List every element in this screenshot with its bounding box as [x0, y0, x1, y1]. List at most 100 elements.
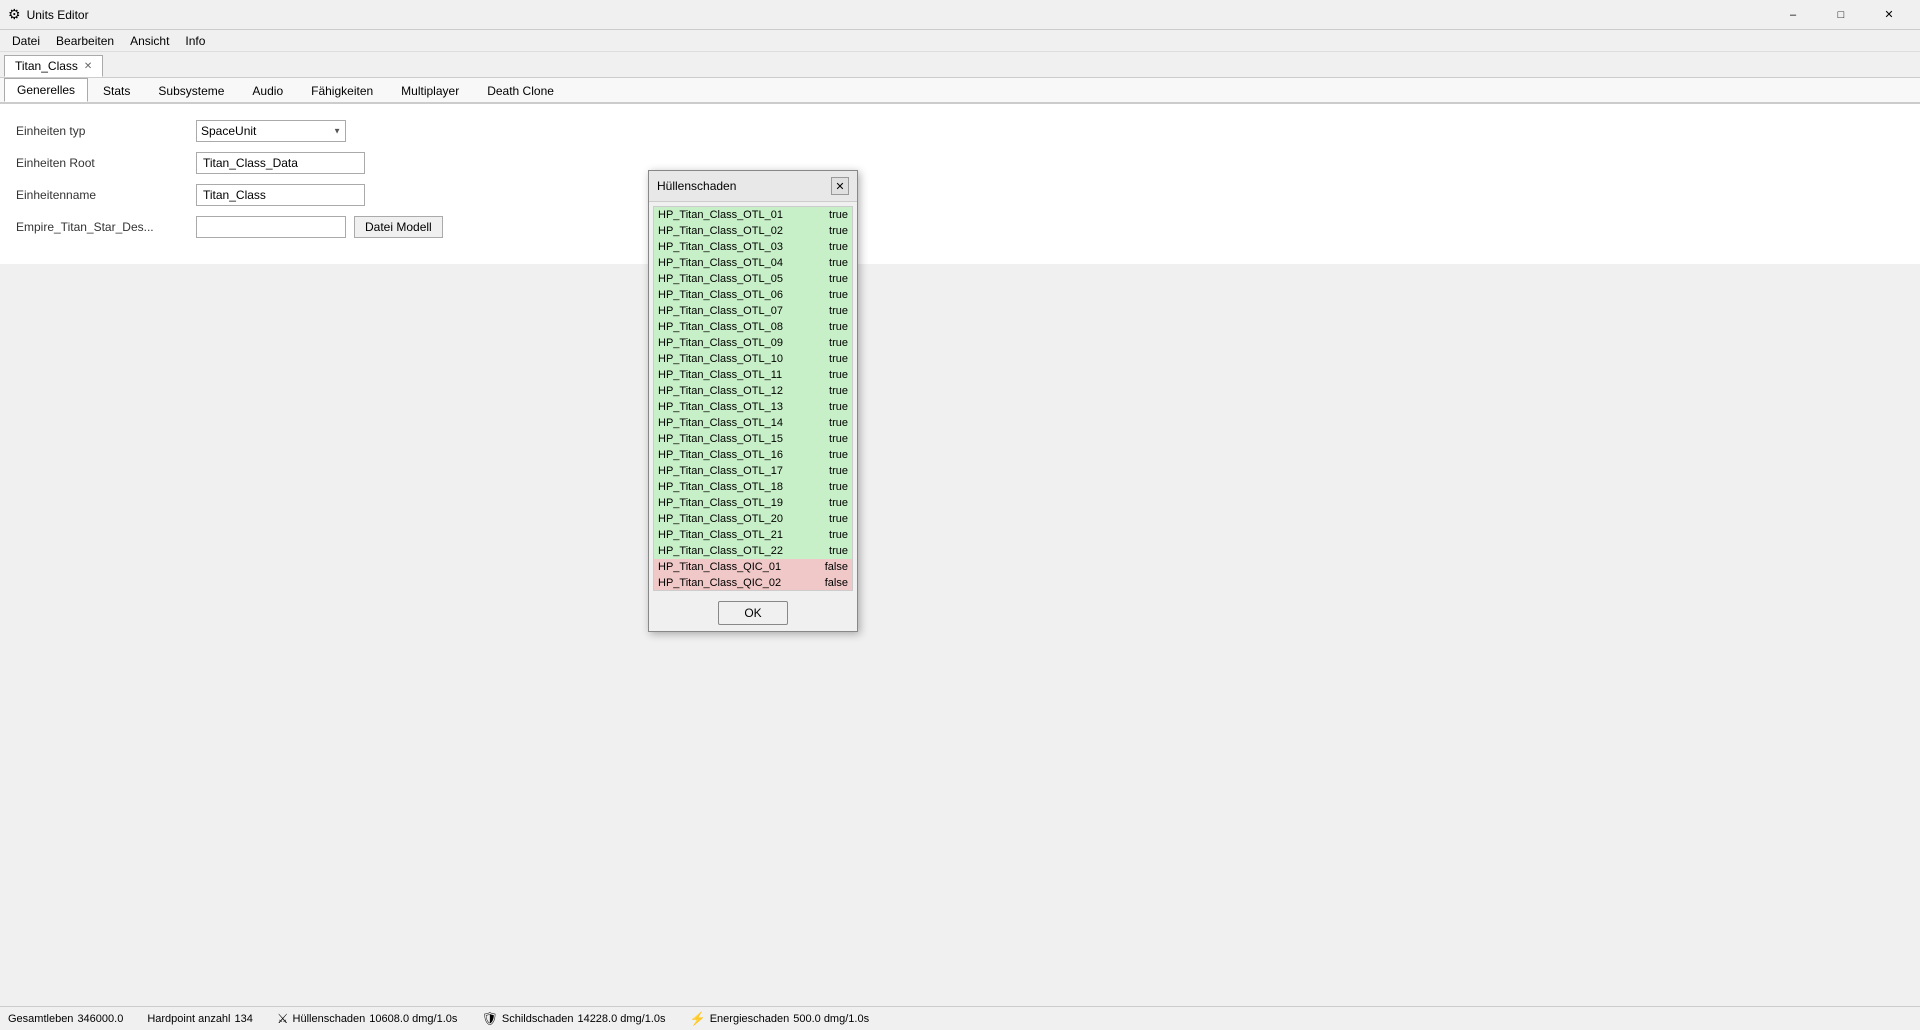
list-item-value: true: [810, 240, 848, 254]
list-item-name: HP_Titan_Class_OTL_15: [658, 432, 810, 446]
gesamtleben-label: Gesamtleben: [8, 1013, 73, 1025]
einheiten-root-label: Einheiten Root: [16, 156, 196, 170]
list-item-name: HP_Titan_Class_OTL_12: [658, 384, 810, 398]
list-item-name: HP_Titan_Class_OTL_09: [658, 336, 810, 350]
status-bar: Gesamtleben 346000.0 Hardpoint anzahl 13…: [0, 1006, 1920, 1030]
list-item-value: true: [810, 384, 848, 398]
list-item[interactable]: HP_Titan_Class_OTL_12true: [654, 383, 852, 399]
modal-close-button[interactable]: ✕: [831, 177, 849, 195]
list-item[interactable]: HP_Titan_Class_OTL_22true: [654, 543, 852, 559]
tab-subsysteme[interactable]: Subsysteme: [145, 79, 237, 102]
menu-ansicht[interactable]: Ansicht: [122, 32, 177, 50]
list-item[interactable]: HP_Titan_Class_OTL_05true: [654, 271, 852, 287]
einheiten-typ-label: Einheiten typ: [16, 124, 196, 138]
hardpoint-label: Hardpoint anzahl: [147, 1013, 230, 1025]
gesamtleben-value: 346000.0: [77, 1013, 123, 1025]
list-item[interactable]: HP_Titan_Class_OTL_20true: [654, 511, 852, 527]
menu-bearbeiten[interactable]: Bearbeiten: [48, 32, 122, 50]
list-item[interactable]: HP_Titan_Class_OTL_07true: [654, 303, 852, 319]
tab-stats[interactable]: Stats: [90, 79, 143, 102]
datei-modell-button[interactable]: Datei Modell: [354, 216, 443, 238]
list-item-value: true: [810, 544, 848, 558]
list-item-name: HP_Titan_Class_QIC_02: [658, 576, 810, 590]
list-item-name: HP_Titan_Class_OTL_21: [658, 528, 810, 542]
list-item-value: true: [810, 480, 848, 494]
modal-list[interactable]: HP_Titan_Class_OTL_01trueHP_Titan_Class_…: [653, 206, 853, 591]
list-item[interactable]: HP_Titan_Class_OTL_16true: [654, 447, 852, 463]
list-item-name: HP_Titan_Class_OTL_01: [658, 208, 810, 222]
list-item[interactable]: HP_Titan_Class_OTL_11true: [654, 367, 852, 383]
list-item[interactable]: HP_Titan_Class_OTL_03true: [654, 239, 852, 255]
list-item-value: true: [810, 208, 848, 222]
menu-info[interactable]: Info: [177, 32, 213, 50]
list-item-value: true: [810, 432, 848, 446]
modal-ok-button[interactable]: OK: [718, 601, 788, 625]
list-item[interactable]: HP_Titan_Class_QIC_02false: [654, 575, 852, 591]
list-item-name: HP_Titan_Class_OTL_10: [658, 352, 810, 366]
list-item-value: true: [810, 224, 848, 238]
list-item[interactable]: HP_Titan_Class_OTL_18true: [654, 479, 852, 495]
modal-title: Hüllenschaden: [657, 179, 736, 193]
list-item[interactable]: HP_Titan_Class_OTL_13true: [654, 399, 852, 415]
app-title: Units Editor: [27, 8, 1770, 22]
tab-death-clone[interactable]: Death Clone: [474, 79, 567, 102]
empire-input[interactable]: [196, 216, 346, 238]
einheitenname-input[interactable]: [196, 184, 365, 206]
maximize-button[interactable]: □: [1818, 0, 1864, 30]
list-item-value: true: [810, 304, 848, 318]
menu-datei[interactable]: Datei: [4, 32, 48, 50]
list-item-name: HP_Titan_Class_OTL_19: [658, 496, 810, 510]
close-button[interactable]: ✕: [1866, 0, 1912, 30]
list-item-name: HP_Titan_Class_OTL_11: [658, 368, 810, 382]
list-item[interactable]: HP_Titan_Class_OTL_15true: [654, 431, 852, 447]
schildschaden-label: Schildschaden: [502, 1013, 574, 1025]
list-item[interactable]: HP_Titan_Class_OTL_09true: [654, 335, 852, 351]
list-item[interactable]: HP_Titan_Class_OTL_02true: [654, 223, 852, 239]
list-item[interactable]: HP_Titan_Class_OTL_04true: [654, 255, 852, 271]
hardpoint-value: 134: [235, 1013, 253, 1025]
list-item[interactable]: HP_Titan_Class_OTL_14true: [654, 415, 852, 431]
tab-faehigkeiten[interactable]: Fähigkeiten: [298, 79, 386, 102]
list-item-value: true: [810, 496, 848, 510]
tab-multiplayer[interactable]: Multiplayer: [388, 79, 472, 102]
list-item[interactable]: HP_Titan_Class_OTL_17true: [654, 463, 852, 479]
list-item[interactable]: HP_Titan_Class_QIC_01false: [654, 559, 852, 575]
tab-generelles[interactable]: Generelles: [4, 78, 88, 102]
list-item-name: HP_Titan_Class_OTL_07: [658, 304, 810, 318]
list-item-name: HP_Titan_Class_OTL_06: [658, 288, 810, 302]
app-icon: ⚙: [8, 6, 21, 23]
einheiten-typ-select[interactable]: SpaceUnit: [196, 120, 346, 142]
list-item[interactable]: HP_Titan_Class_OTL_21true: [654, 527, 852, 543]
list-item-name: HP_Titan_Class_OTL_18: [658, 480, 810, 494]
list-item[interactable]: HP_Titan_Class_OTL_19true: [654, 495, 852, 511]
list-item-value: true: [810, 272, 848, 286]
list-item-name: HP_Titan_Class_OTL_02: [658, 224, 810, 238]
doc-tab-label: Titan_Class: [15, 59, 78, 73]
list-item-name: HP_Titan_Class_OTL_05: [658, 272, 810, 286]
modal-ok-area: OK: [649, 595, 857, 631]
huellenschaden-label: Hüllenschaden: [293, 1013, 366, 1025]
minimize-button[interactable]: –: [1770, 0, 1816, 30]
list-item-value: true: [810, 512, 848, 526]
list-item[interactable]: HP_Titan_Class_OTL_06true: [654, 287, 852, 303]
list-item-value: true: [810, 416, 848, 430]
list-item-name: HP_Titan_Class_OTL_14: [658, 416, 810, 430]
status-hardpoint: Hardpoint anzahl 134: [147, 1013, 253, 1025]
list-item-value: true: [810, 352, 848, 366]
schildschaden-icon: 🛡: [481, 1011, 498, 1027]
einheiten-root-input[interactable]: [196, 152, 365, 174]
list-item-name: HP_Titan_Class_OTL_20: [658, 512, 810, 526]
list-item-value: true: [810, 320, 848, 334]
tab-audio[interactable]: Audio: [239, 79, 296, 102]
list-item-value: true: [810, 368, 848, 382]
doc-tab-titan-class[interactable]: Titan_Class ✕: [4, 55, 103, 77]
doc-tab-close-icon[interactable]: ✕: [84, 61, 92, 72]
window-controls: – □ ✕: [1770, 0, 1912, 30]
empire-label: Empire_Titan_Star_Des...: [16, 220, 196, 234]
list-item[interactable]: HP_Titan_Class_OTL_10true: [654, 351, 852, 367]
einheiten-typ-row: Einheiten typ SpaceUnit: [16, 120, 1904, 142]
list-item[interactable]: HP_Titan_Class_OTL_08true: [654, 319, 852, 335]
list-item[interactable]: HP_Titan_Class_OTL_01true: [654, 207, 852, 223]
menu-bar: Datei Bearbeiten Ansicht Info: [0, 30, 1920, 52]
modal-dialog: Hüllenschaden ✕ HP_Titan_Class_OTL_01tru…: [648, 170, 858, 632]
